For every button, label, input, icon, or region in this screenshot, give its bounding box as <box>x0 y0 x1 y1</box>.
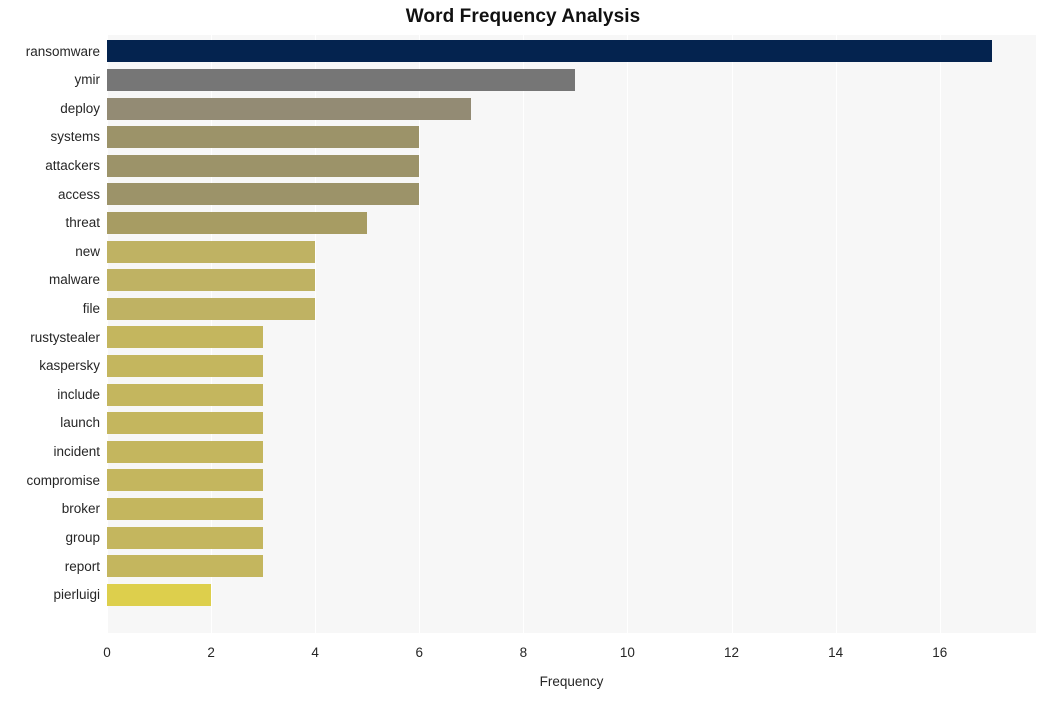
y-axis-labels: ransomware ymir deploy systems attackers acce… <box>0 35 100 633</box>
x-axis-tick-label: 4 <box>311 645 319 660</box>
bar[interactable] <box>107 555 264 578</box>
y-axis-tick-label: launch <box>60 415 100 431</box>
y-axis-tick-label: deploy <box>60 100 100 116</box>
bar[interactable] <box>107 583 212 606</box>
y-axis-tick-label: file <box>82 301 100 316</box>
x-axis-tick-label: 6 <box>415 645 424 660</box>
bar[interactable] <box>107 40 992 63</box>
x-axis-tick-label: 0 <box>103 645 111 660</box>
y-axis-tick-label: malware <box>48 272 100 288</box>
y-axis-tick-label: compromise <box>26 472 100 488</box>
y-axis-tick-label: systems <box>50 129 100 145</box>
y-axis-tick-label: incident <box>53 444 100 460</box>
bar[interactable] <box>107 68 576 91</box>
bar[interactable] <box>107 355 264 378</box>
bar-row[interactable] <box>107 552 1036 581</box>
x-axis-tick-label: 8 <box>519 645 528 660</box>
bar-row[interactable] <box>107 466 1036 495</box>
x-axis-tick-label: 10 <box>619 645 635 660</box>
bar-row[interactable] <box>107 380 1036 409</box>
bar[interactable] <box>107 440 264 463</box>
y-axis-tick-label: threat <box>65 215 100 231</box>
bar-row[interactable] <box>107 237 1036 266</box>
bar-row[interactable] <box>107 495 1036 524</box>
bar[interactable] <box>107 526 264 549</box>
bar-row[interactable] <box>107 266 1036 295</box>
y-axis-tick-label: include <box>57 386 100 402</box>
x-axis-tick-label: 16 <box>932 645 948 660</box>
bar[interactable] <box>107 269 316 292</box>
x-axis-tick-label: 12 <box>724 645 740 660</box>
y-axis-tick-label: new <box>75 243 100 259</box>
y-axis-tick-label: broker <box>61 501 100 517</box>
y-axis-tick-label: rustystealer <box>30 329 100 345</box>
bar-row[interactable] <box>107 409 1036 438</box>
bars-layer <box>107 35 1036 633</box>
bar[interactable] <box>107 183 420 206</box>
y-axis-tick-label: attackers <box>45 157 100 173</box>
bar-row[interactable] <box>107 295 1036 324</box>
y-axis-tick-label: group <box>65 529 100 545</box>
y-axis-tick-label: pierluigi <box>53 587 100 603</box>
bar-row[interactable] <box>107 438 1036 467</box>
bar[interactable] <box>107 412 264 435</box>
y-axis-tick-label: ymir <box>74 72 101 88</box>
y-axis-tick-label: kaspersky <box>39 358 100 374</box>
y-axis-tick-label: ransomware <box>25 43 100 59</box>
bar[interactable] <box>107 240 316 263</box>
x-axis-tick-label: 2 <box>207 645 215 660</box>
page-title: Word Frequency Analysis <box>405 6 641 27</box>
bar-row[interactable] <box>107 209 1036 238</box>
bar-row[interactable] <box>107 352 1036 381</box>
x-axis-ticks: 0 2 4 6 8 10 12 14 16 <box>0 645 1046 665</box>
bar-row[interactable] <box>107 123 1036 152</box>
bar-row[interactable] <box>107 323 1036 352</box>
bar[interactable] <box>107 498 264 521</box>
bar[interactable] <box>107 383 264 406</box>
bar[interactable] <box>107 297 316 320</box>
bar-row[interactable] <box>107 180 1036 209</box>
x-axis-label: Frequency <box>539 674 604 689</box>
word-frequency-chart: Word Frequency Analysis ransomware ymir de… <box>0 0 1046 701</box>
bar-row[interactable] <box>107 581 1036 610</box>
bar[interactable] <box>107 211 368 234</box>
y-axis-tick-label: access <box>57 186 100 202</box>
bar[interactable] <box>107 469 264 492</box>
bar-row[interactable] <box>107 66 1036 95</box>
x-axis-tick-label: 14 <box>828 645 844 660</box>
bar[interactable] <box>107 326 264 349</box>
bar[interactable] <box>107 126 420 149</box>
bar-row[interactable] <box>107 94 1036 123</box>
bar-row[interactable] <box>107 523 1036 552</box>
bar-row[interactable] <box>107 151 1036 180</box>
bar[interactable] <box>107 154 420 177</box>
bar[interactable] <box>107 97 472 120</box>
y-axis-tick-label: report <box>64 558 100 574</box>
bar-row[interactable] <box>107 37 1036 66</box>
